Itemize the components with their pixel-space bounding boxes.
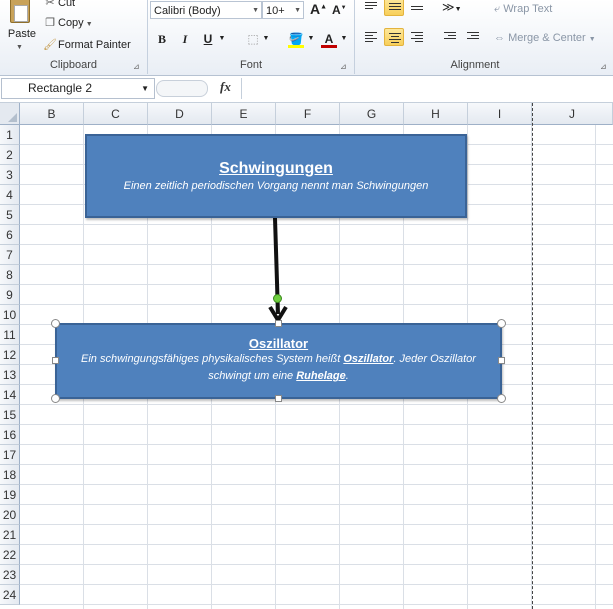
resize-handle[interactable] [52,357,59,364]
resize-handle[interactable] [498,357,505,364]
box-title: Schwingungen [219,160,333,177]
box-description: Einen zeitlich periodischen Vorgang nenn… [123,180,429,192]
box-description: Ein schwingungsfähiges physikalisches Sy… [81,353,476,382]
resize-handle[interactable] [497,394,506,403]
rotation-handle[interactable] [273,294,282,303]
resize-handle[interactable] [51,319,60,328]
connector-arrow[interactable] [0,0,613,609]
keyword-oszillator: Oszillator [343,353,394,365]
schwingungen-box[interactable]: Schwingungen Einen zeitlich periodischen… [85,134,467,218]
resize-handle[interactable] [275,395,282,402]
keyword-ruhelage: Ruhelage [296,370,346,382]
resize-handle[interactable] [497,319,506,328]
oszillator-box[interactable]: Oszillator Ein schwingungsfähiges physik… [55,323,502,399]
resize-handle[interactable] [275,320,282,327]
box-title: Oszillator [248,336,309,351]
resize-handle[interactable] [51,394,60,403]
